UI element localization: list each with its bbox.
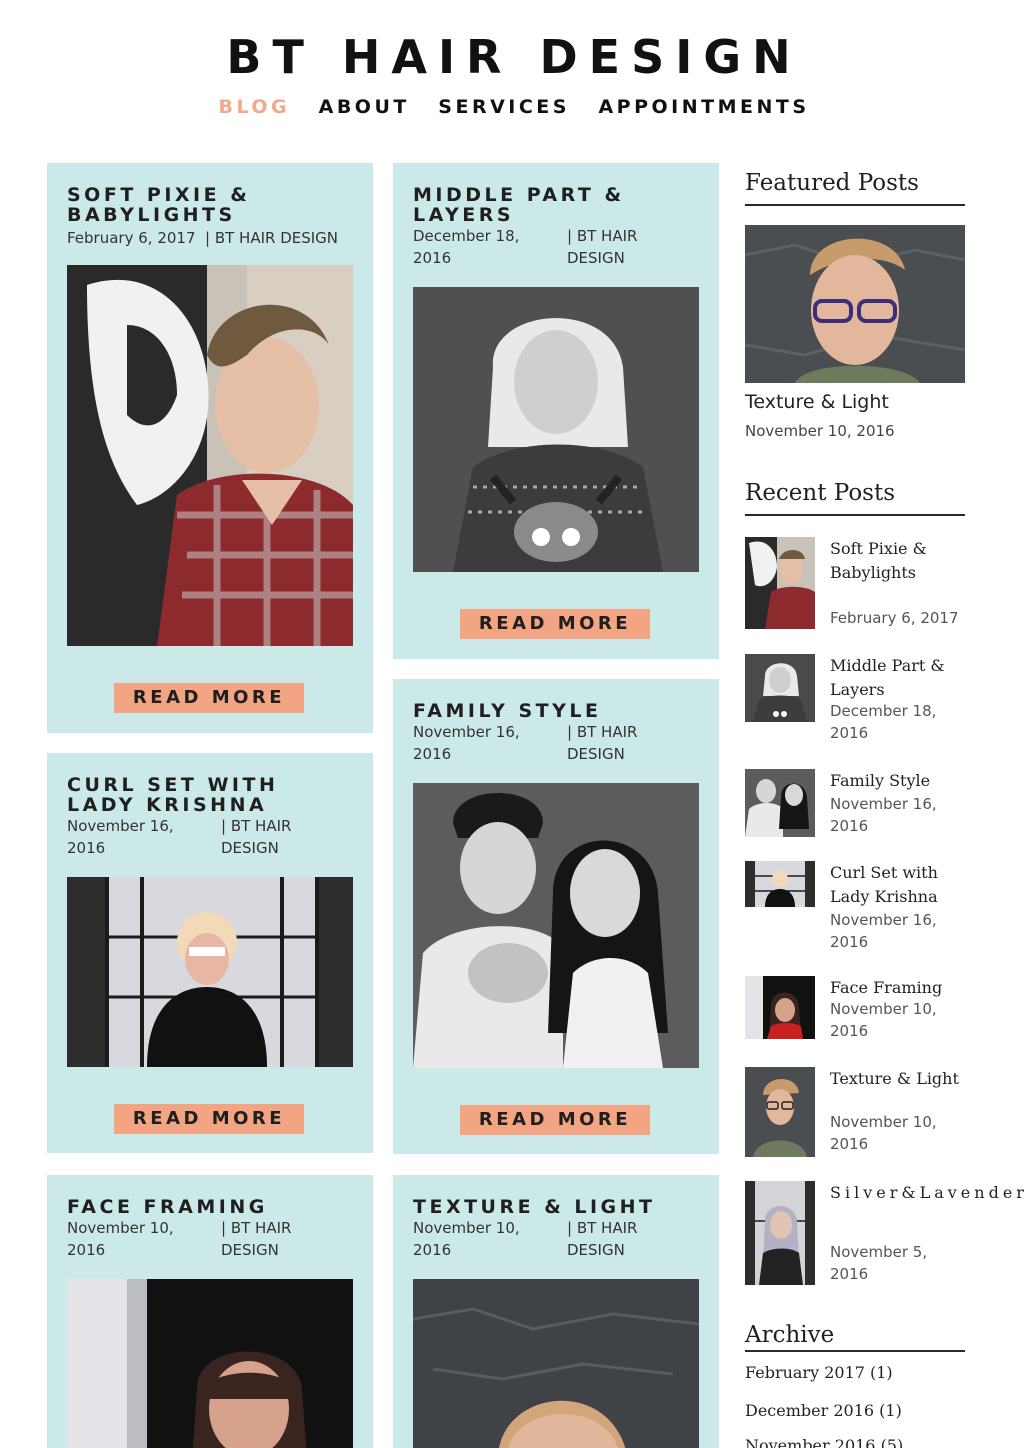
post-title[interactable]: TEXTURE & LIGHT bbox=[413, 1197, 703, 1217]
recent-post-item[interactable]: Soft Pixie & Babylights February 6, 2017 bbox=[745, 537, 965, 629]
post-author[interactable]: | BT HAIR DESIGN bbox=[205, 227, 355, 249]
post-title[interactable]: SOFT PIXIE & BABYLIGHTS bbox=[67, 185, 357, 225]
post-author[interactable]: | BT HAIR DESIGN bbox=[221, 815, 321, 859]
recent-post-thumb[interactable] bbox=[745, 537, 815, 629]
recent-post-date: February 6, 2017 bbox=[830, 609, 959, 627]
recent-posts-heading: Recent Posts bbox=[745, 480, 965, 516]
recent-post-date: November 16, 2016 bbox=[830, 795, 937, 835]
main-nav: BLOG ABOUT SERVICES APPOINTMENTS bbox=[0, 96, 1028, 118]
post-card: FACE FRAMING November 10, 2016 | BT HAIR… bbox=[47, 1175, 373, 1448]
post-photo[interactable] bbox=[67, 877, 353, 1067]
read-more-button[interactable]: READ MORE bbox=[460, 1105, 650, 1135]
recent-post-thumb[interactable] bbox=[745, 976, 815, 1039]
post-meta: November 16, 2016 | BT HAIR DESIGN bbox=[67, 815, 357, 859]
recent-post-item[interactable]: Curl Set with Lady Krishna November 16, … bbox=[745, 861, 965, 956]
post-meta: February 6, 2017 | BT HAIR DESIGN bbox=[67, 227, 357, 249]
post-photo[interactable] bbox=[67, 265, 353, 646]
recent-post-thumb[interactable] bbox=[745, 1067, 815, 1157]
featured-posts-heading: Featured Posts bbox=[745, 170, 965, 206]
recent-post-date: November 5, 2016 bbox=[830, 1243, 928, 1283]
post-date: November 16, 2016 bbox=[413, 723, 520, 763]
recent-post-title[interactable]: Texture & Light bbox=[830, 1067, 965, 1091]
post-card: SOFT PIXIE & BABYLIGHTS February 6, 2017… bbox=[47, 163, 373, 733]
archive-link[interactable]: December 2016 (1) bbox=[745, 1401, 902, 1420]
post-meta: November 10, 2016 | BT HAIR DESIGN bbox=[67, 1217, 357, 1261]
post-title[interactable]: MIDDLE PART & LAYERS bbox=[413, 185, 703, 225]
recent-post-title[interactable]: Face Framing bbox=[830, 976, 965, 1000]
post-title[interactable]: FAMILY STYLE bbox=[413, 701, 703, 721]
post-date: February 6, 2017 bbox=[67, 229, 196, 247]
nav-blog[interactable]: BLOG bbox=[218, 96, 290, 118]
recent-post-item[interactable]: Family Style November 16, 2016 bbox=[745, 769, 965, 839]
recent-post-thumb[interactable] bbox=[745, 769, 815, 837]
recent-post-title[interactable]: Curl Set with Lady Krishna bbox=[830, 861, 965, 909]
featured-post-date: November 10, 2016 bbox=[745, 422, 895, 440]
post-photo[interactable] bbox=[413, 287, 699, 572]
post-meta: November 16, 2016 | BT HAIR DESIGN bbox=[413, 721, 703, 765]
nav-services[interactable]: SERVICES bbox=[438, 96, 570, 118]
post-photo[interactable] bbox=[413, 783, 699, 1068]
recent-post-title[interactable]: Middle Part & Layers bbox=[830, 654, 965, 702]
post-photo[interactable] bbox=[413, 1279, 699, 1448]
archive-link[interactable]: November 2016 (5) bbox=[745, 1436, 903, 1448]
post-date: November 10, 2016 bbox=[67, 1219, 174, 1259]
post-photo[interactable] bbox=[67, 1279, 353, 1448]
post-date: December 18, 2016 bbox=[413, 227, 520, 267]
archive-link[interactable]: February 2017 (1) bbox=[745, 1363, 893, 1382]
post-author[interactable]: | BT HAIR DESIGN bbox=[567, 225, 667, 269]
read-more-button[interactable]: READ MORE bbox=[114, 683, 304, 713]
post-author[interactable]: | BT HAIR DESIGN bbox=[221, 1217, 321, 1261]
post-meta: November 10, 2016 | BT HAIR DESIGN bbox=[413, 1217, 703, 1261]
post-card: TEXTURE & LIGHT November 10, 2016 | BT H… bbox=[393, 1175, 719, 1448]
nav-appointments[interactable]: APPOINTMENTS bbox=[598, 96, 809, 118]
recent-post-item[interactable]: Middle Part & Layers December 18, 2016 bbox=[745, 654, 965, 744]
post-title[interactable]: FACE FRAMING bbox=[67, 1197, 357, 1217]
recent-post-thumb[interactable] bbox=[745, 861, 815, 907]
post-author[interactable]: | BT HAIR DESIGN bbox=[567, 721, 667, 765]
post-card: CURL SET WITH LADY KRISHNA November 16, … bbox=[47, 753, 373, 1153]
recent-post-thumb[interactable] bbox=[745, 1181, 815, 1285]
recent-post-date: November 10, 2016 bbox=[830, 1113, 937, 1153]
recent-post-item[interactable]: Texture & Light November 10, 2016 bbox=[745, 1067, 965, 1159]
featured-post-photo[interactable] bbox=[744, 225, 966, 383]
recent-post-item[interactable]: Face Framing November 10, 2016 bbox=[745, 976, 965, 1046]
read-more-button[interactable]: READ MORE bbox=[460, 609, 650, 639]
post-card: MIDDLE PART & LAYERS December 18, 2016 |… bbox=[393, 163, 719, 659]
recent-post-item[interactable]: Silver&Lavender November 5, 2016 bbox=[745, 1181, 1024, 1287]
post-author[interactable]: | BT HAIR DESIGN bbox=[567, 1217, 667, 1261]
nav-about[interactable]: ABOUT bbox=[319, 96, 410, 118]
read-more-button[interactable]: READ MORE bbox=[114, 1104, 304, 1134]
recent-post-title[interactable]: Soft Pixie & Babylights bbox=[830, 537, 965, 585]
post-meta: December 18, 2016 | BT HAIR DESIGN bbox=[413, 225, 703, 269]
post-date: November 10, 2016 bbox=[413, 1219, 520, 1259]
recent-post-date: December 18, 2016 bbox=[830, 702, 937, 742]
site-title[interactable]: BT HAIR DESIGN bbox=[0, 30, 1028, 84]
recent-post-title[interactable]: Silver&Lavender bbox=[830, 1181, 1024, 1205]
archive-heading: Archive bbox=[745, 1322, 965, 1352]
post-date: November 16, 2016 bbox=[67, 817, 174, 857]
recent-post-date: November 16, 2016 bbox=[830, 911, 937, 951]
recent-post-thumb[interactable] bbox=[745, 654, 815, 722]
post-card: FAMILY STYLE November 16, 2016 | BT HAIR… bbox=[393, 679, 719, 1154]
featured-post-title[interactable]: Texture & Light bbox=[745, 391, 889, 413]
recent-post-date: November 10, 2016 bbox=[830, 1000, 937, 1040]
recent-post-title[interactable]: Family Style bbox=[830, 769, 965, 793]
post-title[interactable]: CURL SET WITH LADY KRISHNA bbox=[67, 775, 357, 815]
